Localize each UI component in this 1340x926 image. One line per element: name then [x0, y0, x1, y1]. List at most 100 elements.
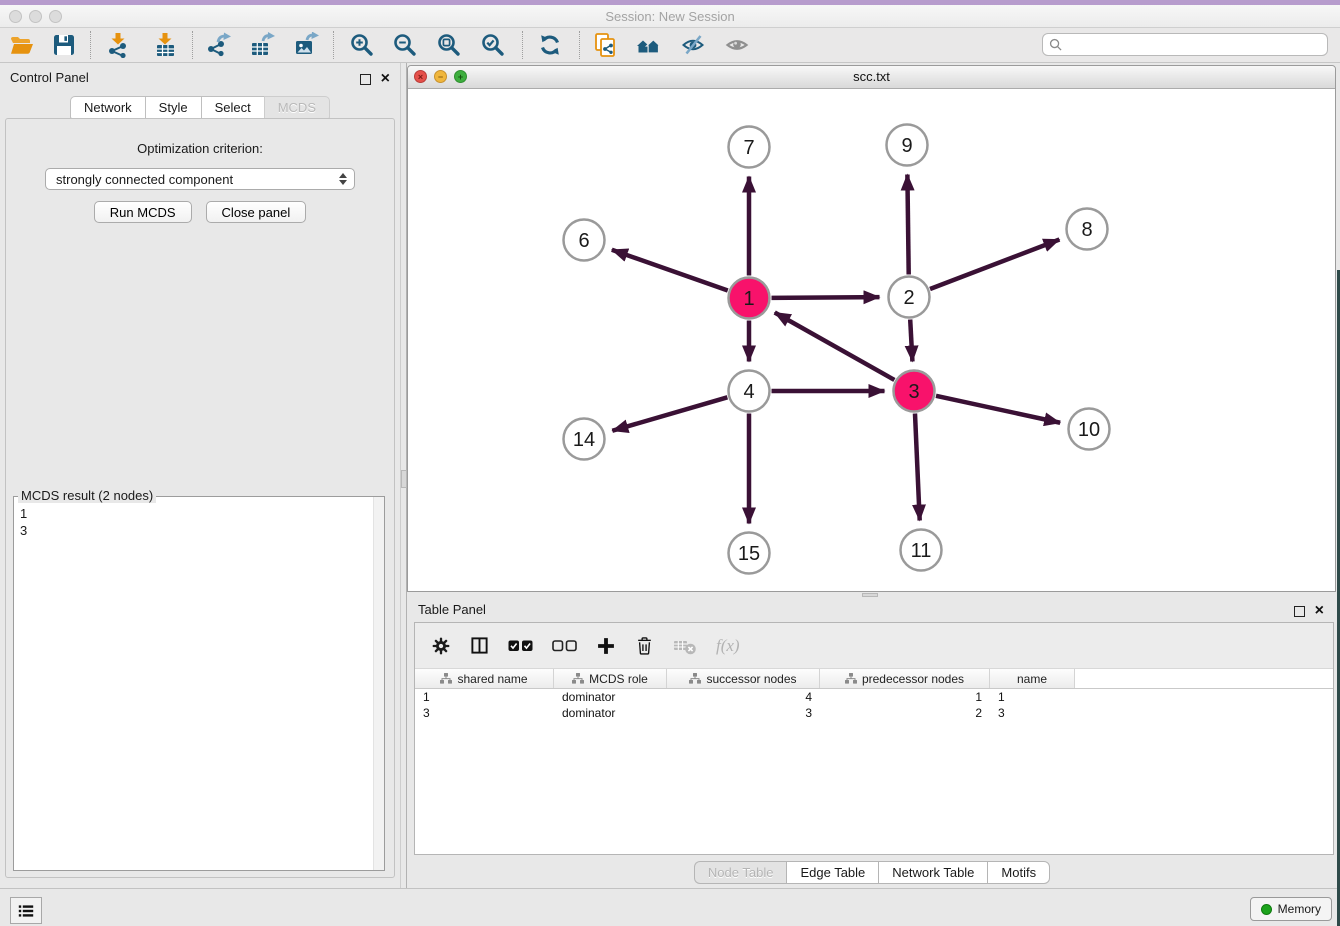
vertical-splitter[interactable]: [400, 63, 407, 888]
network-graph: 1 2 3 4 6 7 8 9 10 11 14 15: [408, 89, 1335, 591]
open-session-icon[interactable]: [9, 32, 35, 58]
node-11[interactable]: 11: [901, 530, 942, 571]
edge-1-6[interactable]: [612, 250, 728, 291]
result-scrollbar[interactable]: [373, 497, 384, 870]
edge-3-10[interactable]: [936, 396, 1060, 423]
table-header-row: shared nameMCDS rolesuccessor nodesprede…: [415, 668, 1333, 689]
table-panel-title: Table Panel: [418, 602, 486, 617]
select-stepper-icon: [339, 173, 347, 185]
duplicate-network-icon[interactable]: [592, 32, 618, 58]
import-table-icon[interactable]: [152, 32, 178, 58]
edge-4-14[interactable]: [612, 397, 727, 430]
column-header-filler: [1075, 669, 1333, 688]
column-header-mcds-role[interactable]: MCDS role: [554, 669, 667, 688]
export-table-icon[interactable]: [249, 32, 275, 58]
app-window: Session: New Session: [0, 0, 1340, 926]
node-6[interactable]: 6: [564, 220, 605, 261]
import-network-icon[interactable]: [105, 32, 131, 58]
function-builder-icon[interactable]: f(x): [716, 636, 740, 656]
column-header-shared-name[interactable]: shared name: [415, 669, 554, 688]
search-input[interactable]: [1066, 37, 1327, 53]
tab-network[interactable]: Network: [70, 96, 145, 119]
delete-table-icon[interactable]: [673, 637, 697, 655]
search-box[interactable]: [1042, 33, 1328, 56]
export-network-icon[interactable]: [205, 32, 231, 58]
node-1[interactable]: 1: [729, 278, 770, 319]
network-window-title: scc.txt: [408, 66, 1335, 87]
network-view-window: × − + scc.txt 1 2 3 4 6 7 8 9 10 11 14 15: [407, 65, 1336, 592]
edge-2-8[interactable]: [930, 240, 1059, 289]
tab-mcds[interactable]: MCDS: [264, 96, 330, 119]
splitter-handle[interactable]: [862, 593, 878, 597]
edge-3-11[interactable]: [915, 413, 920, 520]
table-row[interactable]: 1dominator411: [415, 689, 1333, 705]
tab-edge-table[interactable]: Edge Table: [786, 861, 878, 884]
control-panel-window-icons: ×: [360, 73, 390, 85]
hide-graphics-icon[interactable]: [680, 32, 706, 58]
edge-3-1[interactable]: [775, 312, 895, 379]
float-panel-icon[interactable]: [360, 74, 371, 85]
settings-gear-icon[interactable]: [431, 636, 451, 656]
table-row[interactable]: 3dominator323: [415, 705, 1333, 721]
refresh-icon[interactable]: [537, 32, 563, 58]
network-canvas[interactable]: 1 2 3 4 6 7 8 9 10 11 14 15: [408, 89, 1335, 591]
toolbar-separator: [333, 31, 334, 59]
node-3[interactable]: 3: [894, 371, 935, 412]
delete-column-icon[interactable]: [635, 635, 654, 656]
mcds-result-title: MCDS result (2 nodes): [18, 489, 156, 503]
edge-1-2[interactable]: [771, 297, 879, 298]
export-image-icon[interactable]: [293, 32, 319, 58]
node-2[interactable]: 2: [889, 277, 930, 318]
node-9[interactable]: 9: [887, 125, 928, 166]
search-icon: [1049, 38, 1062, 51]
memory-status-icon: [1261, 904, 1272, 915]
edge-2-9[interactable]: [907, 174, 908, 274]
table-cell: 3: [667, 706, 820, 720]
table-cell: 3: [990, 706, 1075, 720]
mcds-result-box: MCDS result (2 nodes) 13: [13, 496, 385, 871]
node-14[interactable]: 14: [564, 419, 605, 460]
home-icon[interactable]: [636, 32, 662, 58]
tab-style[interactable]: Style: [145, 96, 201, 119]
tab-node-table[interactable]: Node Table: [694, 861, 787, 884]
optimization-select[interactable]: strongly connected component: [45, 168, 355, 190]
column-header-predecessor-nodes[interactable]: predecessor nodes: [820, 669, 990, 688]
column-header-name[interactable]: name: [990, 669, 1075, 688]
node-4[interactable]: 4: [729, 371, 770, 412]
show-graphics-icon[interactable]: [724, 32, 750, 58]
toolbar-separator: [192, 31, 193, 59]
window-title: Session: New Session: [0, 9, 1340, 24]
task-history-button[interactable]: [10, 897, 42, 924]
close-panel-icon[interactable]: ×: [381, 73, 390, 85]
zoom-in-icon[interactable]: [349, 32, 375, 58]
tab-network-table[interactable]: Network Table: [878, 861, 987, 884]
save-session-icon[interactable]: [51, 32, 77, 58]
tab-motifs[interactable]: Motifs: [987, 861, 1050, 884]
node-7[interactable]: 7: [729, 127, 770, 168]
edge-2-3[interactable]: [910, 319, 912, 361]
svg-text:2: 2: [903, 287, 914, 309]
float-panel-icon[interactable]: [1294, 606, 1305, 617]
zoom-selected-icon[interactable]: [480, 32, 506, 58]
svg-text:8: 8: [1081, 219, 1092, 241]
deselect-all-checkboxes-icon[interactable]: [552, 640, 577, 652]
memory-button[interactable]: Memory: [1250, 897, 1332, 921]
network-close-button[interactable]: ×: [414, 70, 427, 83]
run-mcds-button[interactable]: Run MCDS: [94, 201, 192, 223]
select-all-checkboxes-icon[interactable]: [508, 640, 533, 652]
node-10[interactable]: 10: [1069, 409, 1110, 450]
group-column-icon: [440, 673, 452, 684]
network-minimize-button[interactable]: −: [434, 70, 447, 83]
fit-content-icon[interactable]: [436, 32, 462, 58]
close-panel-button[interactable]: Close panel: [206, 201, 307, 223]
zoom-out-icon[interactable]: [392, 32, 418, 58]
node-15[interactable]: 15: [729, 533, 770, 574]
close-panel-icon[interactable]: ×: [1315, 605, 1324, 617]
add-column-icon[interactable]: [596, 636, 616, 656]
column-header-successor-nodes[interactable]: successor nodes: [667, 669, 820, 688]
node-8[interactable]: 8: [1067, 209, 1108, 250]
tab-select[interactable]: Select: [201, 96, 264, 119]
split-pane-icon[interactable]: [470, 636, 489, 655]
network-window-titlebar[interactable]: × − + scc.txt: [408, 66, 1335, 89]
network-maximize-button[interactable]: +: [454, 70, 467, 83]
